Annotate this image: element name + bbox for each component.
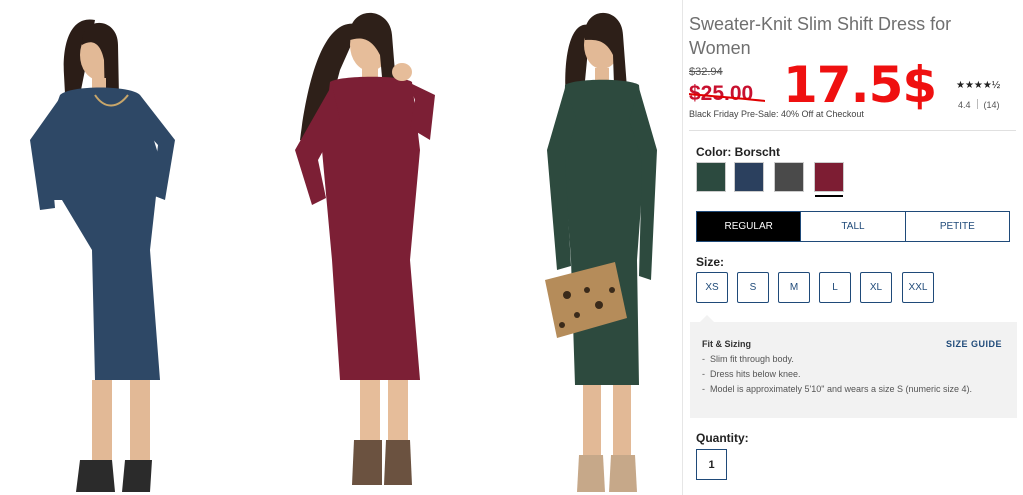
rating-summary[interactable]: 4.4 (14)	[958, 99, 1000, 110]
color-swatch-navy[interactable]	[734, 162, 764, 192]
size-button-xl[interactable]: XL	[860, 272, 892, 303]
color-swatch-borscht[interactable]	[814, 162, 844, 197]
list-item: Slim fit through body.	[702, 353, 1002, 366]
size-button-s[interactable]: S	[737, 272, 769, 303]
presale-note: Black Friday Pre-Sale: 40% Off at Checko…	[689, 109, 864, 119]
review-count: (14)	[983, 100, 1000, 110]
tab-tall[interactable]: TALL	[801, 212, 906, 241]
color-swatch-green[interactable]	[696, 162, 726, 192]
product-photo-navy[interactable]	[0, 0, 200, 495]
quantity-label: Quantity:	[696, 431, 749, 445]
color-label-key: Color:	[696, 145, 732, 159]
product-details-panel: Sweater-Knit Slim Shift Dress for Women …	[682, 0, 1023, 495]
fit-selector: REGULAR TALL PETITE	[696, 211, 1010, 242]
selected-color-name: Borscht	[734, 145, 781, 159]
size-button-m[interactable]: M	[778, 272, 810, 303]
price-strikethrough-mark	[689, 93, 765, 102]
rating-stars-icon[interactable]: ★★★★½	[956, 80, 1000, 91]
rating-value: 4.4	[958, 100, 971, 110]
divider	[689, 130, 1016, 131]
overlay-price: 17.5$	[783, 56, 937, 114]
fit-sizing-heading: Fit & Sizing	[702, 339, 751, 349]
size-button-xxl[interactable]: XXL	[902, 272, 934, 303]
product-title: Sweater-Knit Slim Shift Dress for Women	[689, 14, 952, 58]
color-swatch-charcoal[interactable]	[774, 162, 804, 192]
rating-divider	[976, 99, 978, 109]
tab-regular[interactable]: REGULAR	[697, 212, 802, 241]
color-label: Color: Borscht	[696, 145, 780, 159]
list-item: Dress hits below knee.	[702, 368, 1002, 381]
size-button-l[interactable]: L	[819, 272, 851, 303]
tab-petite[interactable]: PETITE	[905, 212, 1009, 241]
size-button-xs[interactable]: XS	[696, 272, 728, 303]
quantity-input[interactable]: 1	[696, 449, 727, 480]
original-price: $32.94	[689, 66, 723, 78]
product-photo-borscht[interactable]	[270, 0, 470, 495]
size-label: Size:	[696, 255, 725, 269]
fit-sizing-box: Fit & Sizing SIZE GUIDE Slim fit through…	[690, 315, 1017, 418]
size-guide-link[interactable]: SIZE GUIDE	[946, 339, 1002, 349]
list-item: Model is approximately 5'10" and wears a…	[702, 383, 1002, 396]
product-photo-green[interactable]	[527, 0, 692, 495]
fit-sizing-list: Slim fit through body. Dress hits below …	[702, 353, 1002, 398]
